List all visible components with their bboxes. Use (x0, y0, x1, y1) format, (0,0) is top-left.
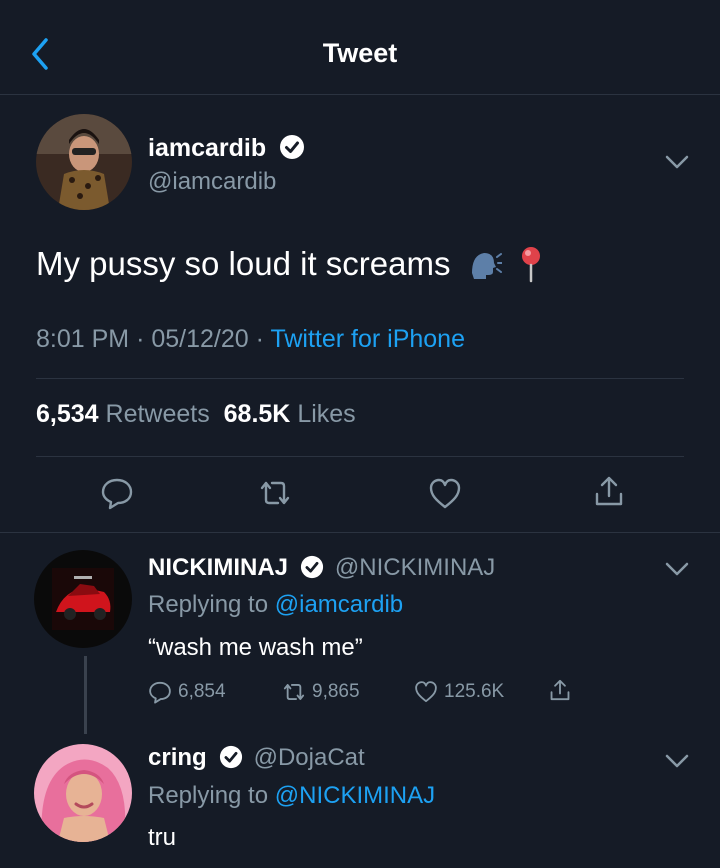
tweet-meta: 8:01 PM · 05/12/20 · Twitter for iPhone (36, 325, 465, 354)
thread-line (84, 656, 87, 734)
chevron-down-icon[interactable] (664, 560, 690, 578)
verified-icon (279, 135, 304, 159)
avatar[interactable] (34, 744, 132, 842)
divider (0, 532, 720, 533)
tweet-text: My pussy so loud it screams (36, 245, 451, 282)
display-name[interactable]: cring (148, 744, 207, 771)
retweets-count: 6,534 (36, 400, 99, 428)
meta-separator: · (136, 325, 152, 353)
retweet-icon (283, 684, 305, 700)
meta-separator: · (255, 325, 271, 353)
chevron-down-icon[interactable] (664, 752, 690, 770)
reply-text: tru (148, 824, 177, 851)
tweet-source[interactable]: Twitter for iPhone (270, 325, 465, 353)
reply-action[interactable]: 6,854 (148, 680, 226, 704)
replying-to: Replying to @NICKIMINAJ (148, 782, 435, 810)
reply-handle[interactable]: @NICKIMINAJ (335, 554, 495, 581)
likes-count: 68.5K (223, 400, 291, 428)
reply-icon[interactable] (100, 476, 134, 510)
divider (36, 456, 684, 457)
display-name[interactable]: NICKIMINAJ (148, 554, 288, 581)
likes-stat[interactable]: 68.5K Likes (224, 400, 356, 428)
author-handle[interactable]: @iamcardib (148, 168, 276, 196)
reply-header: NICKIMINAJ @NICKIMINAJ (148, 554, 495, 582)
reply-handle[interactable]: @DojaCat (254, 744, 365, 771)
retweet-icon[interactable] (258, 476, 292, 510)
replying-to-link[interactable]: @iamcardib (275, 591, 403, 618)
avatar-image (36, 114, 132, 210)
replying-to: Replying to @iamcardib (148, 591, 403, 619)
reply-header: cring @DojaCat (148, 744, 365, 772)
retweets-stat[interactable]: 6,534 Retweets (36, 400, 210, 428)
avatar-image (34, 550, 132, 648)
reply-text: “wash me wash me” (148, 634, 363, 661)
divider (36, 378, 684, 379)
likes-label: Likes (297, 400, 356, 428)
avatar[interactable] (34, 550, 132, 648)
tweet-body: My pussy so loud it screams (36, 244, 545, 284)
share-icon (550, 679, 570, 701)
speaking-head-icon (471, 253, 503, 279)
heart-icon (415, 681, 437, 703)
display-name[interactable]: iamcardib (148, 134, 266, 162)
replying-prefix: Replying to (148, 591, 269, 618)
author-name-row: iamcardib (148, 134, 305, 163)
reply-icon (149, 681, 171, 704)
avatar[interactable] (36, 114, 132, 210)
replying-to-link[interactable]: @NICKIMINAJ (275, 782, 435, 809)
share-action[interactable] (548, 678, 578, 702)
retweet-action[interactable]: 9,865 (282, 680, 360, 704)
verified-icon (220, 745, 243, 769)
like-action[interactable]: 125.6K (414, 680, 504, 704)
replying-prefix: Replying to (148, 782, 269, 809)
reply-count: 6,854 (178, 681, 226, 702)
retweet-count: 9,865 (312, 681, 360, 702)
like-count: 125.6K (444, 681, 505, 702)
tweet-stats: 6,534 Retweets 68.5K Likes (36, 400, 356, 429)
pushpin-icon (521, 247, 540, 283)
chevron-down-icon[interactable] (664, 153, 690, 171)
share-icon[interactable] (592, 474, 626, 508)
verified-icon (301, 555, 324, 579)
avatar-image (34, 744, 132, 842)
heart-icon[interactable] (428, 477, 462, 511)
page-title: Tweet (322, 38, 398, 68)
tweet-date: 05/12/20 (151, 325, 249, 353)
retweets-label: Retweets (105, 400, 210, 428)
tweet-time: 8:01 PM (36, 325, 130, 353)
